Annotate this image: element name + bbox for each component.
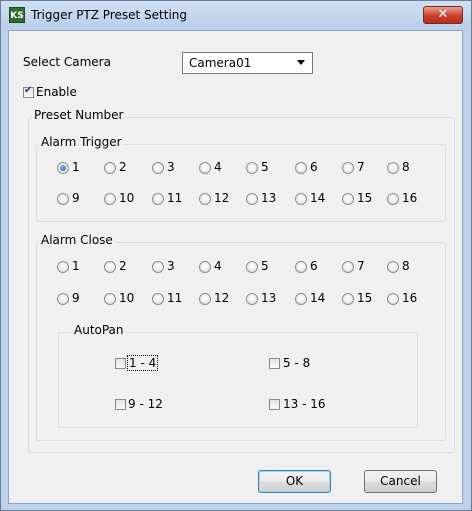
alarm-close-radio-2[interactable] [104,261,116,273]
alarm-close-radio-1[interactable] [57,261,69,273]
cancel-button[interactable]: Cancel [364,470,437,493]
close-button[interactable]: ✕ [423,6,463,24]
alarm-close-label-8[interactable]: 8 [402,259,410,273]
alarm-close-label-1[interactable]: 1 [72,259,80,273]
alarm-trigger-radio-9[interactable] [57,193,69,205]
enable-checkbox[interactable] [23,85,34,98]
alarm-close-radio-14[interactable] [295,293,307,305]
alarm-close-label-3[interactable]: 3 [167,259,175,273]
alarm-trigger-label-1[interactable]: 1 [72,160,80,174]
alarm-trigger-label-8[interactable]: 8 [402,160,410,174]
alarm-trigger-label-2[interactable]: 2 [119,160,127,174]
alarm-trigger-label-16[interactable]: 16 [402,191,417,205]
alarm-trigger-radio-14[interactable] [295,193,307,205]
app-icon: KS [9,7,25,23]
alarm-close-radio-12[interactable] [199,293,211,305]
autopan-checkbox-13-16[interactable] [269,399,280,410]
alarm-close-label-9[interactable]: 9 [72,291,80,305]
alarm-trigger-label-4[interactable]: 4 [214,160,222,174]
alarm-trigger-label-9[interactable]: 9 [72,191,80,205]
autopan-label-13-16[interactable]: 13 - 16 [283,397,326,411]
alarm-trigger-label-5[interactable]: 5 [261,160,269,174]
alarm-trigger-label-3[interactable]: 3 [167,160,175,174]
alarm-trigger-radio-10[interactable] [104,193,116,205]
alarm-close-label-11[interactable]: 11 [167,291,182,305]
alarm-trigger-radio-11[interactable] [152,193,164,205]
alarm-close-radio-7[interactable] [342,261,354,273]
autopan-group [58,332,418,428]
alarm-close-radio-5[interactable] [246,261,258,273]
autopan-checkbox-5-8[interactable] [269,358,280,369]
alarm-trigger-radio-2[interactable] [104,162,116,174]
alarm-close-label-7[interactable]: 7 [357,259,365,273]
autopan-label-9-12[interactable]: 9 - 12 [128,397,163,411]
alarm-trigger-radio-8[interactable] [387,162,399,174]
camera-select-value: Camera01 [189,56,252,70]
alarm-close-radio-11[interactable] [152,293,164,305]
dialog-window: KS Trigger PTZ Preset Setting ✕ Select C… [0,0,472,511]
alarm-close-radio-15[interactable] [342,293,354,305]
alarm-trigger-radio-7[interactable] [342,162,354,174]
autopan-label-1-4[interactable]: 1 - 4 [126,355,159,371]
autopan-checkbox-9-12[interactable] [115,399,126,410]
alarm-close-radio-6[interactable] [295,261,307,273]
alarm-close-label-10[interactable]: 10 [119,291,134,305]
autopan-checkbox-1-4[interactable] [115,358,126,369]
alarm-close-label-6[interactable]: 6 [310,259,318,273]
dialog-body: Select Camera Camera01 Enable Preset Num… [8,30,463,504]
ok-button[interactable]: OK [258,470,331,493]
alarm-trigger-label-10[interactable]: 10 [119,191,134,205]
alarm-close-label-2[interactable]: 2 [119,259,127,273]
alarm-close-label-14[interactable]: 14 [310,291,325,305]
alarm-close-radio-9[interactable] [57,293,69,305]
alarm-trigger-label-15[interactable]: 15 [357,191,372,205]
window-title: Trigger PTZ Preset Setting [31,8,187,22]
alarm-trigger-radio-3[interactable] [152,162,164,174]
chevron-down-icon [297,60,305,65]
alarm-close-radio-4[interactable] [199,261,211,273]
alarm-trigger-radio-16[interactable] [387,193,399,205]
preset-number-title: Preset Number [32,108,126,122]
alarm-close-radio-3[interactable] [152,261,164,273]
alarm-trigger-label-11[interactable]: 11 [167,191,182,205]
autopan-label-5-8[interactable]: 5 - 8 [283,356,310,370]
alarm-close-label-13[interactable]: 13 [261,291,276,305]
alarm-close-label-5[interactable]: 5 [261,259,269,273]
alarm-close-label-16[interactable]: 16 [402,291,417,305]
alarm-close-label-4[interactable]: 4 [214,259,222,273]
title-bar[interactable]: KS Trigger PTZ Preset Setting ✕ [1,1,471,29]
alarm-close-radio-13[interactable] [246,293,258,305]
alarm-trigger-title: Alarm Trigger [39,135,124,149]
autopan-title: AutoPan [72,323,126,337]
alarm-trigger-label-7[interactable]: 7 [357,160,365,174]
alarm-trigger-radio-15[interactable] [342,193,354,205]
alarm-trigger-radio-12[interactable] [199,193,211,205]
camera-select[interactable]: Camera01 [182,52,313,74]
alarm-trigger-group [36,144,446,222]
alarm-close-radio-10[interactable] [104,293,116,305]
alarm-close-title: Alarm Close [39,233,115,247]
alarm-trigger-radio-13[interactable] [246,193,258,205]
alarm-close-label-15[interactable]: 15 [357,291,372,305]
alarm-trigger-label-13[interactable]: 13 [261,191,276,205]
alarm-close-radio-16[interactable] [387,293,399,305]
enable-label[interactable]: Enable [36,85,77,99]
alarm-close-radio-8[interactable] [387,261,399,273]
alarm-trigger-label-6[interactable]: 6 [310,160,318,174]
alarm-trigger-radio-5[interactable] [246,162,258,174]
alarm-trigger-label-14[interactable]: 14 [310,191,325,205]
alarm-trigger-label-12[interactable]: 12 [214,191,229,205]
alarm-trigger-radio-1[interactable] [57,162,69,174]
alarm-trigger-radio-4[interactable] [199,162,211,174]
select-camera-label: Select Camera [23,55,111,69]
alarm-trigger-radio-6[interactable] [295,162,307,174]
alarm-close-label-12[interactable]: 12 [214,291,229,305]
